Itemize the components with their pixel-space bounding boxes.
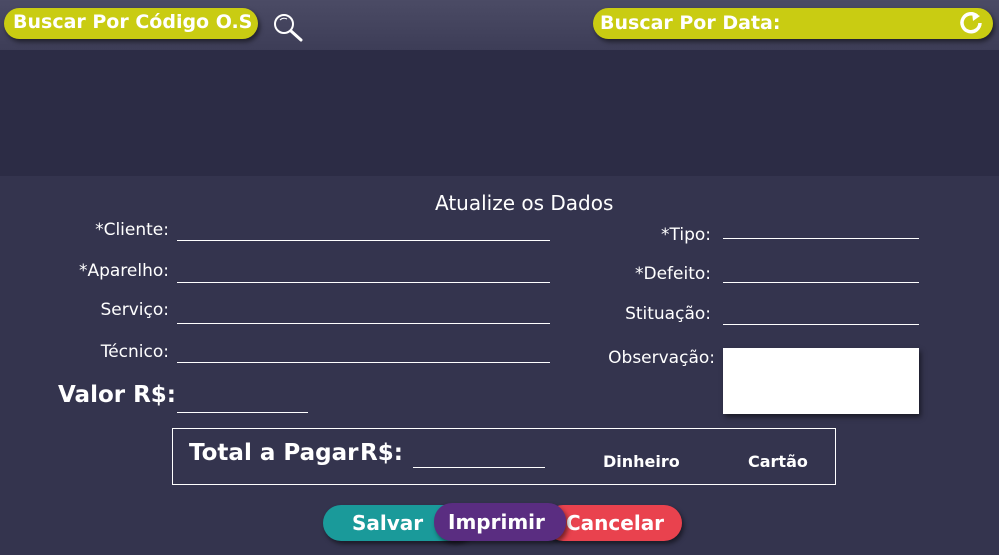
dinheiro-option[interactable]: Dinheiro [603,452,680,471]
defeito-label: *Defeito: [634,264,711,284]
observacao-textarea[interactable] [723,348,919,414]
cliente-field[interactable] [177,219,554,241]
form-title: Atualize os Dados [435,191,614,215]
aparelho-label: *Aparelho: [78,261,169,281]
tipo-label: *Tipo: [660,225,711,245]
top-bar: Buscar Por Código O.S Buscar Por Data: [0,0,999,50]
search-icon[interactable] [271,11,305,43]
print-button[interactable]: Imprimir [434,503,566,541]
defeito-underline [723,282,919,283]
situacao-field[interactable] [723,303,923,325]
results-area [0,50,999,176]
total-field[interactable] [413,446,549,468]
valor-field[interactable] [177,390,312,412]
situacao-label: Stituação: [625,304,711,324]
search-by-code-label: Buscar Por Código O.S [13,11,253,33]
cliente-label: *Cliente: [95,220,169,240]
cartao-option[interactable]: Cartão [748,452,808,471]
total-label: Total a Pagar [189,440,359,466]
print-button-label: Imprimir [448,510,545,534]
servico-field[interactable] [177,301,554,323]
aparelho-field[interactable] [177,261,554,283]
search-by-date-button[interactable]: Buscar Por Data: [593,8,993,39]
defeito-field[interactable] [723,261,923,283]
aparelho-underline [177,282,550,283]
tipo-underline [723,238,919,239]
tecnico-label: Técnico: [100,342,169,362]
servico-underline [177,323,550,324]
observacao-label: Observação: [608,348,715,368]
valor-label: Valor R$: [58,382,177,408]
total-underline [413,467,545,468]
cliente-underline [177,240,550,241]
total-currency-label: R$: [360,440,403,466]
search-by-date-label: Buscar Por Data: [600,12,781,34]
refresh-icon[interactable] [958,10,985,37]
servico-label: Serviço: [100,300,170,320]
tecnico-underline [177,362,550,363]
tecnico-field[interactable] [177,341,554,363]
situacao-underline [723,324,919,325]
cancel-button-label: Cancelar [566,511,665,535]
valor-underline [177,412,308,413]
tipo-field[interactable] [723,217,923,239]
search-by-code-button[interactable]: Buscar Por Código O.S [4,8,258,39]
save-button-label: Salvar [352,511,424,535]
